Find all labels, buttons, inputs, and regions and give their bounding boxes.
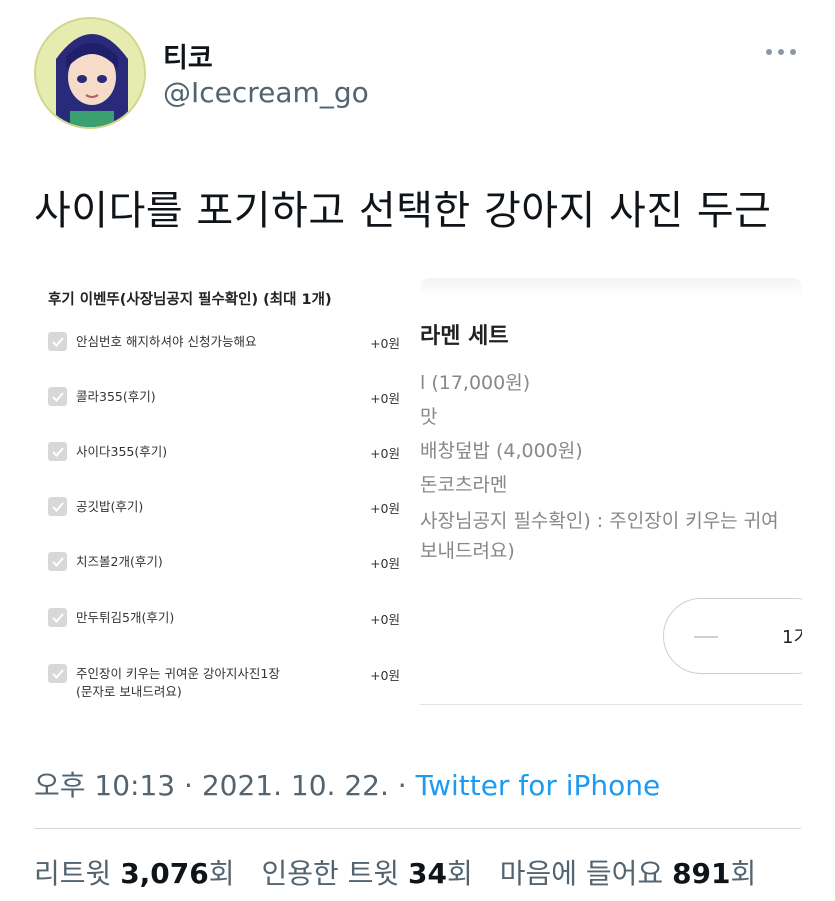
option-label: 콜라355(후기) [76,389,156,404]
panel-divider [420,704,802,705]
retweets-count: 3,076 [120,857,209,890]
likes-stat[interactable]: 마음에 들어요 891회 [500,857,757,890]
checkbox-check-icon [51,501,64,512]
checkbox [48,387,67,406]
quotes-stat[interactable]: 인용한 트윗 34회 [261,857,472,890]
checkbox [48,497,67,516]
retweets-unit: 회 [208,857,235,890]
option-label: 만두튀김5개(후기) [76,610,175,625]
quantity-stepper: 1기 [663,598,802,674]
tweet-header: 티코 @Icecream_go [0,0,835,150]
option-label: 치즈볼2개(후기) [76,554,163,569]
meta-separator: · [184,769,193,802]
order-summary-panel: 라멘 세트 l (17,000원) 맛 배창덮밥 (4,000원) 돈코츠라멘 … [420,262,802,742]
panel-top-edge [420,278,802,296]
more-options-button[interactable] [763,40,799,64]
options-panel: 후기 이벤뚜(사장님공지 필수확인) (최대 1개) 안심번호 해지하셔야 신청… [34,262,406,742]
summary-line: l (17,000원) [420,372,531,394]
avatar-illustration [36,19,144,127]
tweet-text: 사이다를 포기하고 선택한 강아지 사진 두근 [34,188,772,234]
checkbox [48,608,67,627]
option-row: 만두튀김5개(후기) +0원 [48,608,400,648]
summary-line: 사장님공지 필수확인) : 주인장이 키우는 귀여 [420,510,779,532]
option-row: 콜라355(후기) +0원 [48,387,400,427]
option-row: 사이다355(후기) +0원 [48,442,400,482]
checkbox-check-icon [51,391,64,402]
option-price: +0원 [370,446,400,461]
tweet-media-image[interactable]: 후기 이벤뚜(사장님공지 필수확인) (최대 1개) 안심번호 해지하셔야 신청… [34,262,802,742]
option-price: +0원 [370,556,400,571]
option-row: 안심번호 해지하셔야 신청가능해요 +0원 [48,332,400,372]
option-price: +0원 [370,336,400,351]
option-label: 안심번호 해지하셔야 신청가능해요 [76,334,257,349]
option-label: 주인장이 키우는 귀여운 강아지사진1장 [76,666,280,681]
more-horizontal-icon [766,49,796,55]
option-price: +0원 [370,612,400,627]
retweets-label: 리트윗 [34,857,112,890]
tweet-time[interactable]: 오후 10:13 [34,769,175,802]
checkbox [48,664,67,683]
option-label: 사이다355(후기) [76,444,168,459]
checkbox-check-icon [51,556,64,567]
option-row: 치즈볼2개(후기) +0원 [48,552,400,592]
likes-label: 마음에 들어요 [499,857,664,890]
checkbox-check-icon [51,336,64,347]
avatar[interactable] [34,17,146,129]
option-label: 공깃밥(후기) [76,499,144,514]
tweet-date[interactable]: 2021. 10. 22. [202,769,389,802]
quotes-label: 인용한 트윗 [261,857,400,890]
menu-title: 라멘 세트 [420,324,509,349]
option-price: +0원 [370,501,400,516]
retweets-stat[interactable]: 리트윗 3,076회 [34,857,235,890]
option-row: 주인장이 키우는 귀여운 강아지사진1장 (문자로 보내드려요) +0원 [48,664,400,708]
checkbox [48,442,67,461]
likes-count: 891 [672,857,731,890]
checkbox [48,332,67,351]
options-title: 후기 이벤뚜(사장님공지 필수확인) (최대 1개) [48,292,332,308]
summary-line: 맛 [420,406,438,428]
summary-line: 돈코츠라멘 [420,474,508,496]
quotes-count: 34 [408,857,448,890]
quotes-unit: 회 [447,857,473,890]
tweet-source-link[interactable]: Twitter for iPhone [416,769,661,802]
quantity-value: 1기 [782,627,802,648]
likes-unit: 회 [730,857,757,890]
option-row: 공깃밥(후기) +0원 [48,497,400,537]
option-price: +0원 [370,668,400,683]
user-handle[interactable]: @Icecream_go [163,76,369,109]
display-name[interactable]: 티코 [163,36,213,75]
option-label-note: (문자로 보내드려요) [76,684,182,699]
checkbox [48,552,67,571]
summary-line: 배창덮밥 (4,000원) [420,440,583,462]
tweet-stats: 리트윗 3,076회 인용한 트윗 34회 마음에 들어요 891회 [34,852,774,892]
tweet-meta: 오후 10:13 · 2021. 10. 22. · Twitter for i… [34,764,660,804]
meta-separator: · [397,769,407,802]
summary-line: 보내드려요) [420,540,515,562]
minus-icon [694,636,718,638]
option-price: +0원 [370,391,400,406]
checkbox-check-icon [51,612,64,623]
checkbox-check-icon [51,446,64,457]
checkbox-check-icon [51,668,64,679]
divider [34,828,801,829]
